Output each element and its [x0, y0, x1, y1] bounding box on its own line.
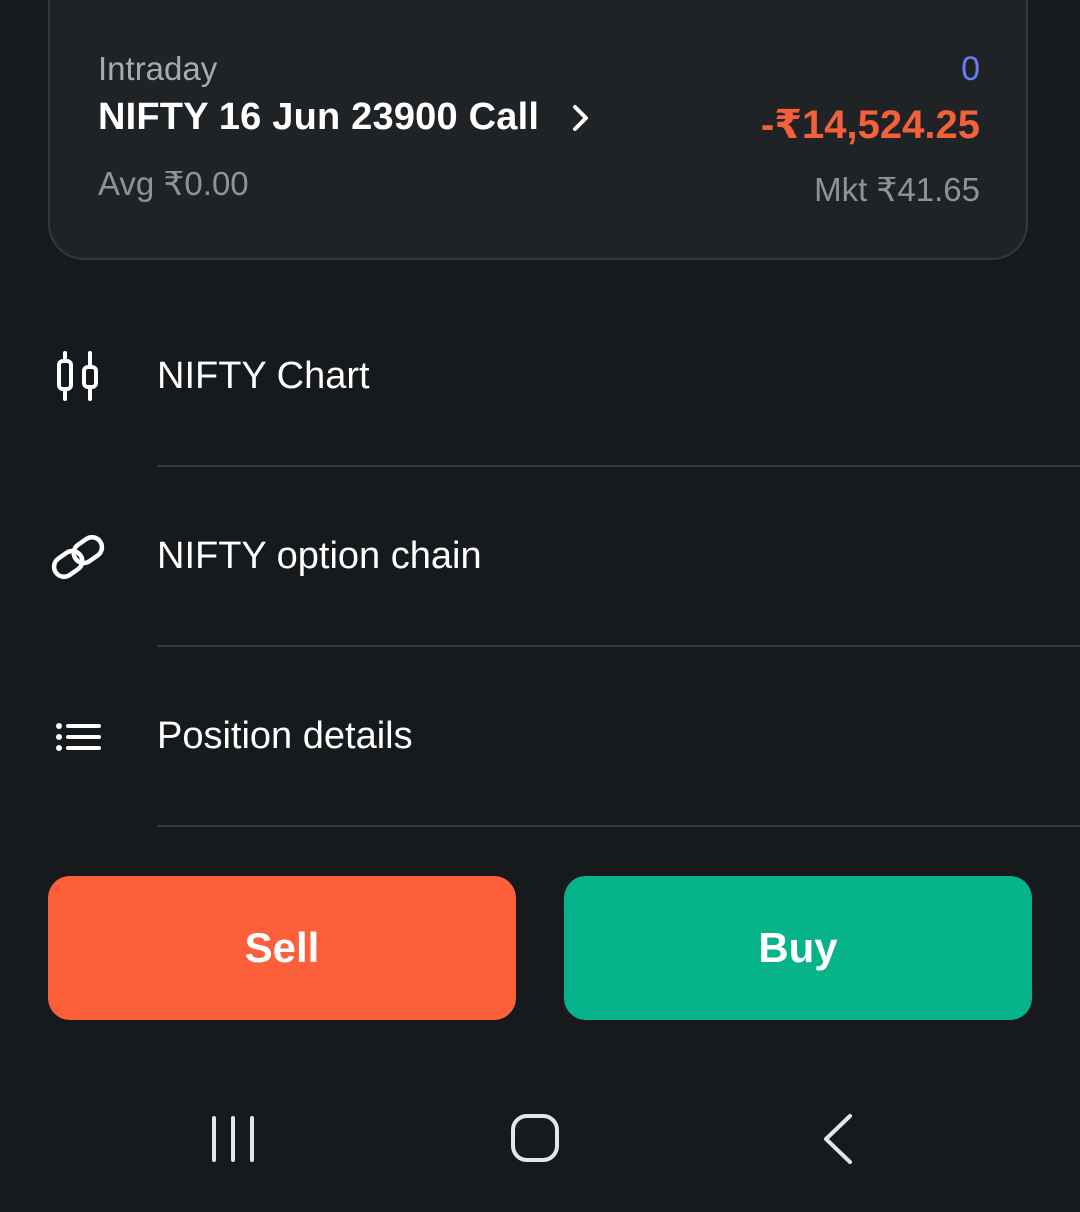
recent-apps-icon[interactable]: [198, 1110, 268, 1170]
chevron-right-icon: [573, 104, 589, 131]
menu-item-option-chain-label: NIFTY option chain: [157, 535, 482, 577]
instrument-title: NIFTY 16 Jun 23900 Call: [98, 96, 540, 138]
back-icon[interactable]: [803, 1110, 873, 1170]
menu-item-position-details[interactable]: Position details: [0, 647, 1080, 827]
menu-item-position-details-label: Position details: [157, 715, 413, 757]
divider: [157, 825, 1080, 827]
position-card[interactable]: Intraday NIFTY 16 Jun 23900 Call Avg ₹0.…: [48, 0, 1028, 260]
product-type-label: Intraday: [98, 50, 218, 87]
home-icon[interactable]: [500, 1110, 570, 1170]
instrument-title-link[interactable]: NIFTY 16 Jun 23900 Call: [98, 96, 597, 139]
position-screen: Intraday NIFTY 16 Jun 23900 Call Avg ₹0.…: [0, 0, 1080, 1212]
list-icon: [56, 723, 101, 751]
candlestick-chart-icon: [57, 351, 98, 401]
average-price: Avg ₹0.00: [98, 165, 249, 202]
market-price: Mkt ₹41.65: [814, 171, 980, 208]
menu-item-option-chain[interactable]: NIFTY option chain: [0, 467, 1080, 647]
buy-button[interactable]: Buy: [564, 876, 1032, 1020]
sell-button[interactable]: Sell: [48, 876, 516, 1020]
menu-item-chart-label: NIFTY Chart: [157, 355, 370, 397]
profit-loss-value: -₹14,524.25: [760, 103, 980, 147]
position-quantity: 0: [961, 50, 980, 88]
menu-item-chart[interactable]: NIFTY Chart: [0, 287, 1080, 467]
system-navigation-bar: [0, 1080, 1080, 1212]
link-chain-icon: [51, 534, 105, 580]
